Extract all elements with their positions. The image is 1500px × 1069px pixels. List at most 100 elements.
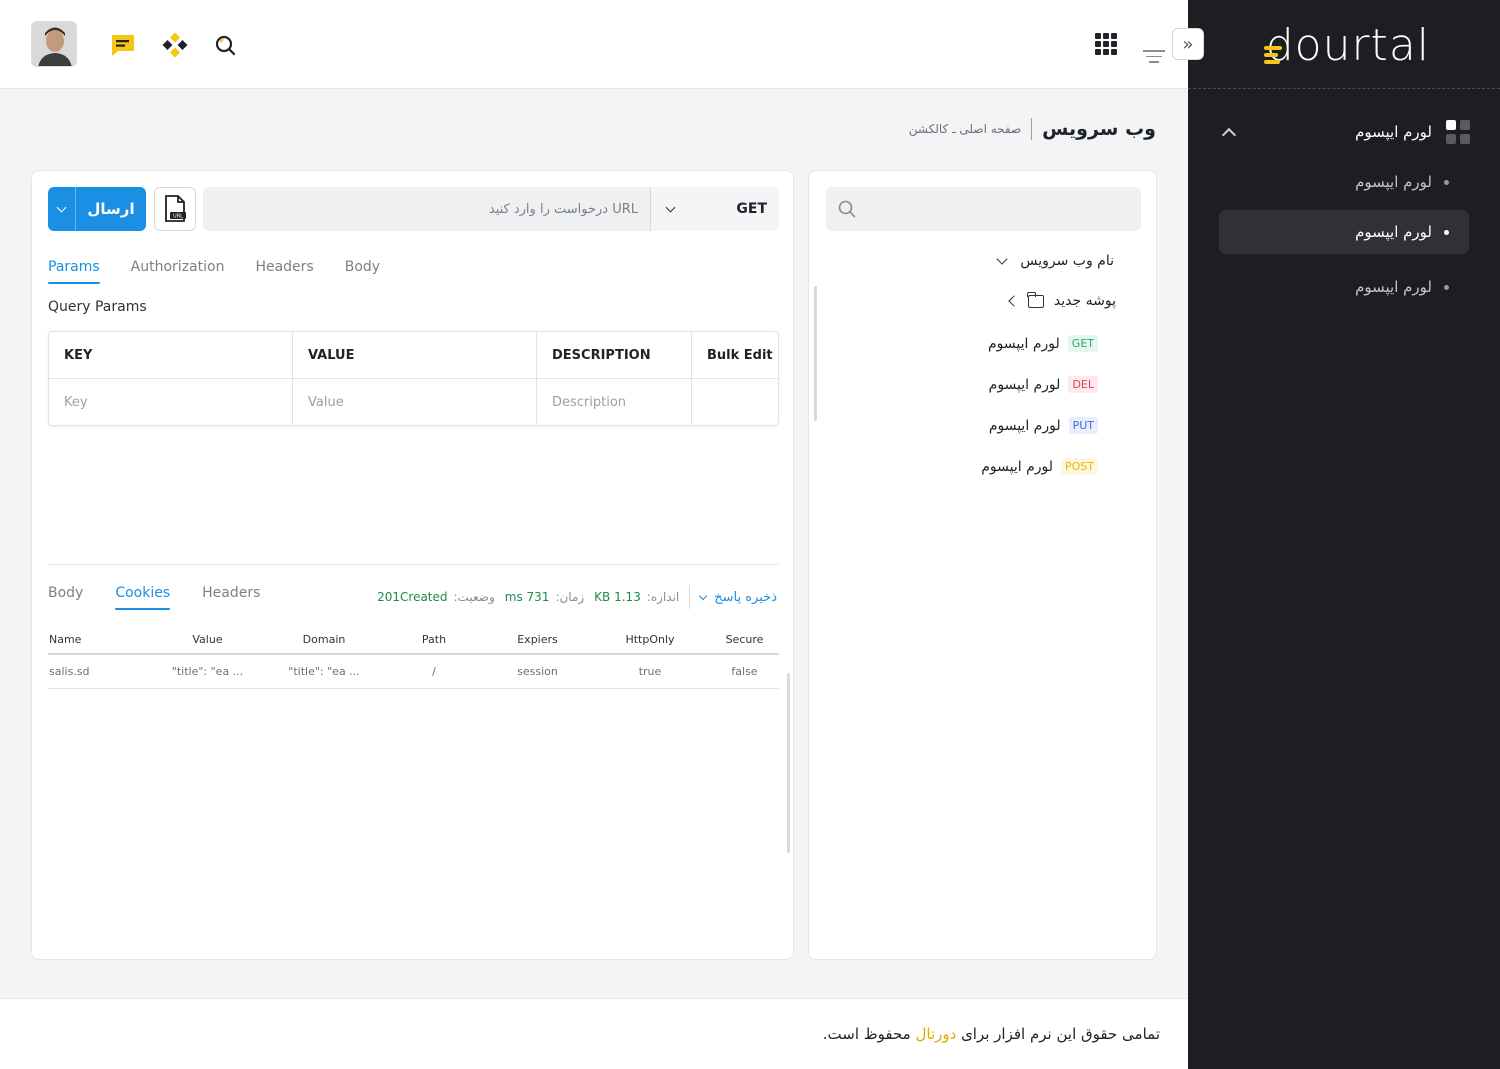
- response-tab-cookies[interactable]: Cookies: [115, 585, 170, 610]
- request-item-get[interactable]: GET لورم ایپسوم: [988, 335, 1098, 352]
- sidebar-item-3[interactable]: لورم ایپسوم: [1219, 265, 1469, 309]
- key-input[interactable]: Key: [49, 379, 293, 426]
- url-file-button[interactable]: URL: [154, 187, 196, 231]
- chevron-left-icon[interactable]: [1008, 295, 1020, 307]
- chevron-up-icon[interactable]: [1221, 127, 1237, 142]
- url-bar: GET: [203, 187, 779, 231]
- time-value: 731 ms: [504, 590, 550, 604]
- logo-bars-icon: [1263, 46, 1282, 67]
- response-tab-headers[interactable]: Headers: [202, 585, 260, 609]
- chat-icon[interactable]: [110, 32, 136, 58]
- logo: dourtal: [1263, 19, 1430, 71]
- request-label: لورم ایپسوم: [981, 458, 1053, 475]
- logo-text: dourtal: [1265, 19, 1430, 71]
- copyright-brand-link[interactable]: دورتال: [915, 1025, 956, 1043]
- search-icon: [838, 200, 856, 222]
- url-input[interactable]: [203, 187, 650, 231]
- collection-search-field[interactable]: [826, 187, 1141, 231]
- bulk-edit-button[interactable]: Bulk Edit: [692, 332, 778, 379]
- request-item-post[interactable]: POST لورم ایپسوم: [981, 458, 1098, 475]
- cell-expires: session: [517, 665, 558, 678]
- column-header-secure: Secure: [725, 632, 764, 646]
- apps-grid-icon[interactable]: [1095, 33, 1117, 55]
- params-table: KEY VALUE DESCRIPTION Bulk Edit Key Valu…: [48, 331, 779, 426]
- url-file-icon: URL: [165, 195, 186, 222]
- send-button[interactable]: ارسال: [48, 187, 146, 231]
- cell-secure: false: [731, 665, 758, 678]
- bullet-icon: [1444, 284, 1449, 290]
- method-badge: PUT: [1068, 417, 1098, 434]
- query-params-label: Query Params: [48, 299, 147, 315]
- response-status-bar: ذخیره پاسخ اندازه: 1.13 KB زمان: 731 ms …: [377, 585, 777, 609]
- svg-text:URL: URL: [173, 214, 183, 220]
- send-button-label: ارسال: [87, 200, 135, 218]
- sidebar-item-label: لورم ایپسوم: [1355, 278, 1432, 296]
- request-panel: ارسال URL GET Params Authorization Heade…: [31, 170, 794, 960]
- tab-authorization[interactable]: Authorization: [131, 259, 225, 283]
- sidebar-section-header[interactable]: لورم ایپسوم: [1216, 116, 1470, 148]
- method-select[interactable]: GET: [650, 187, 779, 231]
- request-item-del[interactable]: DEL لورم ایپسوم: [989, 376, 1098, 393]
- save-response-label: ذخیره پاسخ: [714, 589, 777, 605]
- tab-params[interactable]: Params: [48, 259, 100, 284]
- user-avatar[interactable]: [31, 21, 77, 67]
- cell-name: salis.sd: [49, 665, 90, 678]
- tab-headers[interactable]: Headers: [255, 259, 313, 283]
- avatar-image: [32, 22, 76, 66]
- cell-domain: "title": "ea ...: [288, 665, 360, 678]
- footer: تمامی حقوق این نرم افزار برای دورتال محف…: [0, 998, 1188, 1069]
- request-label: لورم ایپسوم: [988, 417, 1061, 434]
- status-label: وضعیت:: [453, 590, 495, 604]
- sidebar-item-1[interactable]: لورم ایپسوم: [1219, 160, 1469, 204]
- response-tabs: Body Cookies Headers: [48, 585, 260, 610]
- page-title: وب سرویس: [1042, 118, 1156, 140]
- tree-root-webservice[interactable]: نام وب سرویس: [996, 253, 1114, 269]
- send-options-toggle[interactable]: [48, 187, 76, 231]
- collections-scrollbar[interactable]: [814, 286, 817, 421]
- chevron-down-icon[interactable]: [996, 253, 1009, 265]
- request-item-put[interactable]: PUT لورم ایپسوم: [989, 417, 1098, 434]
- diamond-apps-icon[interactable]: [162, 32, 188, 58]
- sidebar-section-label: لورم ایپسوم: [1355, 123, 1432, 141]
- request-tabs: Params Authorization Headers Body: [48, 259, 380, 284]
- request-label: لورم ایپسوم: [988, 376, 1061, 393]
- double-chevron-right-icon: »: [1182, 33, 1194, 55]
- search-icon[interactable]: [212, 32, 238, 58]
- folder-icon: [1027, 291, 1044, 308]
- response-divider: [48, 564, 779, 565]
- chevron-down-icon: [56, 202, 67, 213]
- menu-lines-icon[interactable]: [1143, 50, 1165, 67]
- tree-folder[interactable]: پوشه جدید: [1008, 291, 1116, 309]
- size-value: 1.13 KB: [594, 590, 641, 604]
- column-header-path: Path: [421, 632, 447, 646]
- page-header: وب سرویس صفحه اصلی ـ کالکشن: [909, 118, 1156, 140]
- value-input[interactable]: Value: [293, 379, 537, 426]
- status-value: 201Created: [377, 590, 448, 604]
- tree-root-label: نام وب سرویس: [1020, 253, 1114, 269]
- collapse-sidebar-button[interactable]: »: [1172, 28, 1204, 60]
- collections-panel: نام وب سرویس پوشه جدید GET لورم ایپسوم D…: [808, 170, 1157, 960]
- column-header-value: VALUE: [293, 332, 537, 379]
- sidebar-item-2[interactable]: لورم ایپسوم: [1219, 210, 1469, 254]
- cell-httponly: true: [638, 665, 662, 678]
- sidebar-item-label: لورم ایپسوم: [1355, 223, 1432, 241]
- bullet-icon: [1444, 229, 1449, 235]
- status-divider: [689, 585, 691, 609]
- method-badge: POST: [1061, 458, 1098, 475]
- sidebar: » dourtal لورم ایپسوم لورم ایپسوم لورم ا…: [1172, 0, 1500, 1069]
- save-response-button[interactable]: ذخیره پاسخ: [699, 589, 777, 605]
- request-label: لورم ایپسوم: [988, 335, 1060, 352]
- title-divider: [1031, 118, 1033, 140]
- time-label: زمان:: [555, 590, 585, 604]
- description-input[interactable]: Description: [537, 379, 692, 426]
- tab-body[interactable]: Body: [345, 259, 380, 283]
- column-header-name: Name: [49, 632, 82, 646]
- table-row[interactable]: salis.sd "title": "ea ... "title": "ea .…: [48, 655, 779, 689]
- column-header-value: Value: [192, 632, 223, 646]
- column-header-expires: Expiers: [517, 632, 558, 646]
- breadcrumb[interactable]: صفحه اصلی ـ کالکشن: [909, 122, 1021, 136]
- response-scrollbar[interactable]: [787, 673, 790, 853]
- top-bar: [0, 0, 1188, 89]
- cookies-header-row: Name Value Domain Path Expiers HttpOnly …: [48, 625, 779, 655]
- response-tab-body[interactable]: Body: [48, 585, 83, 609]
